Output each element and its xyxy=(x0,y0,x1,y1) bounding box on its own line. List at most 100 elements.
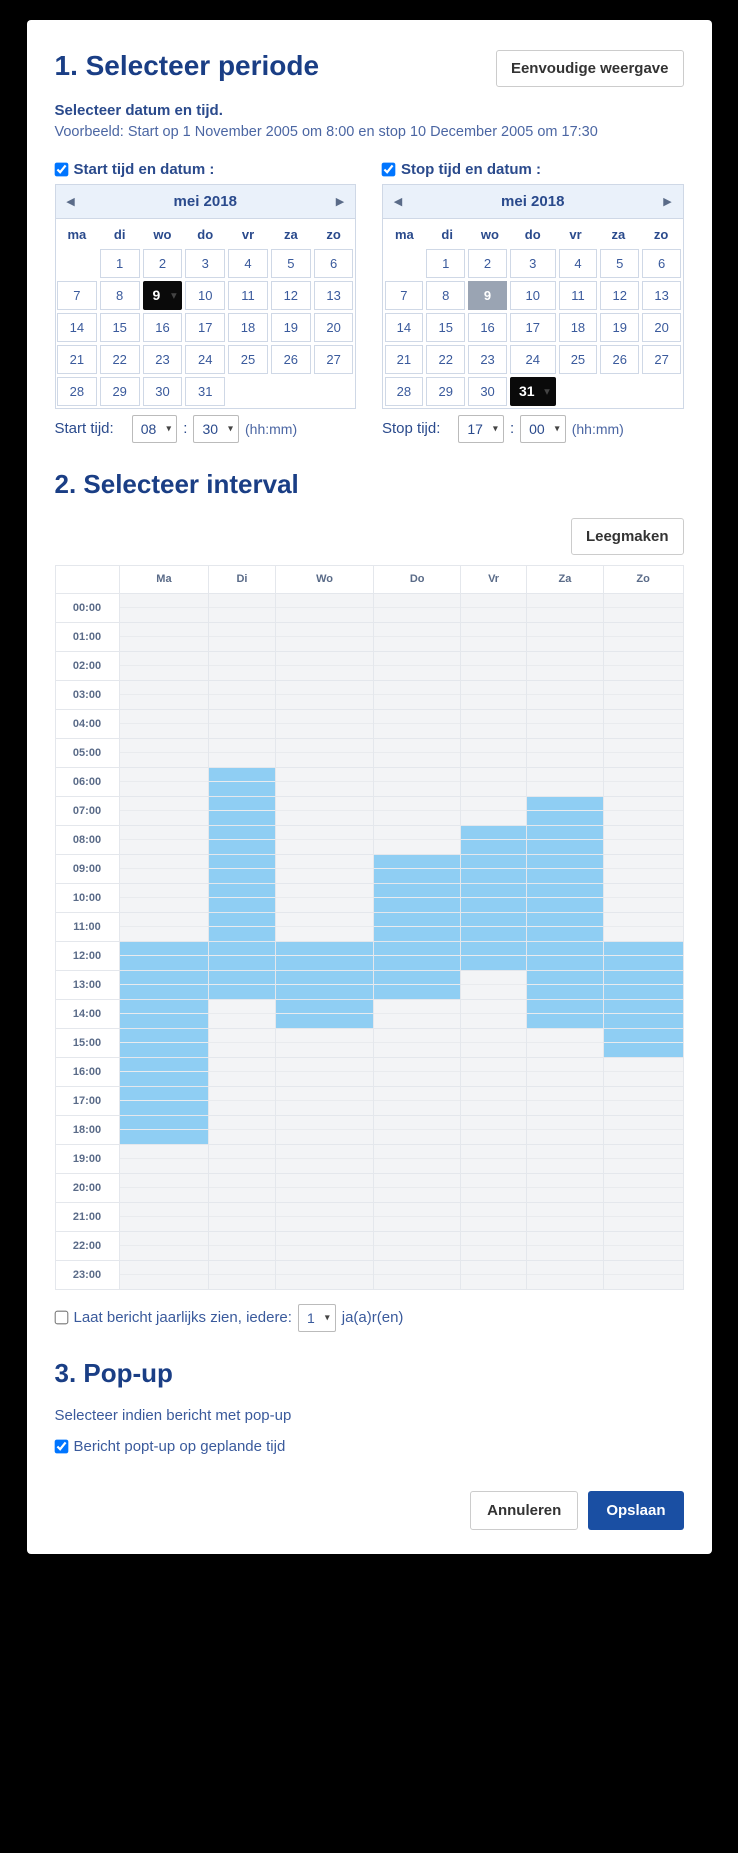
popup-checkbox[interactable] xyxy=(54,1439,68,1453)
sched-cell[interactable] xyxy=(275,1202,374,1231)
sched-cell[interactable] xyxy=(460,796,526,825)
sched-cell[interactable] xyxy=(275,825,374,854)
sched-cell[interactable] xyxy=(119,1202,209,1231)
sched-cell[interactable] xyxy=(374,1202,461,1231)
cal-day[interactable]: 10 xyxy=(510,281,556,310)
sched-cell[interactable] xyxy=(527,825,603,854)
sched-cell[interactable] xyxy=(460,1028,526,1057)
sched-cell[interactable] xyxy=(603,680,683,709)
sched-cell[interactable] xyxy=(374,1086,461,1115)
cal-day[interactable]: 10 xyxy=(185,281,225,310)
stop-cal-prev-button[interactable]: ◀ xyxy=(383,195,413,208)
cal-day[interactable]: 16 xyxy=(143,313,183,342)
sched-cell[interactable] xyxy=(119,970,209,999)
sched-cell[interactable] xyxy=(603,767,683,796)
sched-cell[interactable] xyxy=(119,883,209,912)
cal-day[interactable]: 12 xyxy=(600,281,639,310)
stop-hour-select[interactable]: 17 xyxy=(458,415,504,443)
cal-day[interactable]: 25 xyxy=(559,345,598,374)
sched-cell[interactable] xyxy=(603,593,683,622)
sched-cell[interactable] xyxy=(275,883,374,912)
cal-day[interactable]: 20 xyxy=(314,313,354,342)
cal-day[interactable]: 20 xyxy=(642,313,681,342)
cancel-button[interactable]: Annuleren xyxy=(470,1491,578,1530)
cal-day[interactable]: 27 xyxy=(642,345,681,374)
sched-cell[interactable] xyxy=(527,709,603,738)
sched-cell[interactable] xyxy=(527,1202,603,1231)
sched-cell[interactable] xyxy=(209,709,275,738)
sched-cell[interactable] xyxy=(209,1028,275,1057)
cal-day[interactable]: 6 xyxy=(314,249,354,278)
cal-day[interactable]: 28 xyxy=(57,377,97,406)
sched-cell[interactable] xyxy=(527,1173,603,1202)
start-minute-select[interactable]: 30 xyxy=(193,415,239,443)
sched-cell[interactable] xyxy=(275,912,374,941)
sched-cell[interactable] xyxy=(374,941,461,970)
sched-cell[interactable] xyxy=(209,1260,275,1289)
cal-day[interactable]: 13 xyxy=(314,281,354,310)
cal-day[interactable]: 29 xyxy=(100,377,140,406)
sched-cell[interactable] xyxy=(460,912,526,941)
sched-cell[interactable] xyxy=(119,1144,209,1173)
sched-cell[interactable] xyxy=(460,1144,526,1173)
sched-cell[interactable] xyxy=(527,912,603,941)
start-enable-label[interactable]: Start tijd en datum : xyxy=(74,161,215,178)
sched-cell[interactable] xyxy=(119,796,209,825)
cal-day[interactable]: 30 xyxy=(468,377,507,406)
sched-cell[interactable] xyxy=(119,999,209,1028)
clear-schedule-button[interactable]: Leegmaken xyxy=(571,518,684,555)
sched-cell[interactable] xyxy=(460,651,526,680)
sched-cell[interactable] xyxy=(209,738,275,767)
cal-day[interactable]: 22 xyxy=(426,345,465,374)
yearly-label[interactable]: Laat bericht jaarlijks zien, iedere: xyxy=(74,1309,292,1326)
cal-day[interactable]: 8 xyxy=(100,281,140,310)
sched-cell[interactable] xyxy=(119,1260,209,1289)
sched-cell[interactable] xyxy=(209,912,275,941)
sched-cell[interactable] xyxy=(275,941,374,970)
sched-cell[interactable] xyxy=(209,854,275,883)
cal-day[interactable]: 1 xyxy=(100,249,140,278)
sched-cell[interactable] xyxy=(460,1057,526,1086)
sched-cell[interactable] xyxy=(460,883,526,912)
sched-cell[interactable] xyxy=(119,767,209,796)
sched-cell[interactable] xyxy=(119,709,209,738)
sched-cell[interactable] xyxy=(209,1086,275,1115)
cal-day[interactable]: 31 xyxy=(510,377,556,406)
sched-cell[interactable] xyxy=(119,941,209,970)
sched-cell[interactable] xyxy=(119,825,209,854)
save-button[interactable]: Opslaan xyxy=(588,1491,683,1530)
sched-cell[interactable] xyxy=(275,709,374,738)
sched-cell[interactable] xyxy=(209,1144,275,1173)
stop-minute-select[interactable]: 00 xyxy=(520,415,566,443)
cal-day[interactable]: 17 xyxy=(185,313,225,342)
sched-cell[interactable] xyxy=(275,854,374,883)
sched-cell[interactable] xyxy=(527,1115,603,1144)
simple-view-button[interactable]: Eenvoudige weergave xyxy=(496,50,684,87)
cal-day[interactable]: 21 xyxy=(385,345,424,374)
sched-cell[interactable] xyxy=(460,854,526,883)
sched-cell[interactable] xyxy=(603,622,683,651)
start-cal-prev-button[interactable]: ◀ xyxy=(56,195,86,208)
sched-cell[interactable] xyxy=(275,1173,374,1202)
stop-cal-next-button[interactable]: ▶ xyxy=(653,195,683,208)
cal-day[interactable]: 1 xyxy=(426,249,465,278)
sched-cell[interactable] xyxy=(275,738,374,767)
sched-cell[interactable] xyxy=(527,651,603,680)
sched-cell[interactable] xyxy=(374,1057,461,1086)
sched-cell[interactable] xyxy=(275,1260,374,1289)
sched-cell[interactable] xyxy=(209,941,275,970)
sched-cell[interactable] xyxy=(603,999,683,1028)
sched-cell[interactable] xyxy=(374,1115,461,1144)
sched-cell[interactable] xyxy=(460,941,526,970)
cal-day[interactable]: 6 xyxy=(642,249,681,278)
cal-day[interactable]: 13 xyxy=(642,281,681,310)
sched-cell[interactable] xyxy=(209,883,275,912)
cal-day[interactable]: 24 xyxy=(510,345,556,374)
sched-cell[interactable] xyxy=(119,1173,209,1202)
sched-cell[interactable] xyxy=(374,999,461,1028)
cal-day[interactable]: 25 xyxy=(228,345,268,374)
popup-check-label[interactable]: Bericht popt-up op geplande tijd xyxy=(74,1438,286,1455)
sched-cell[interactable] xyxy=(374,1144,461,1173)
sched-cell[interactable] xyxy=(209,651,275,680)
sched-cell[interactable] xyxy=(209,680,275,709)
